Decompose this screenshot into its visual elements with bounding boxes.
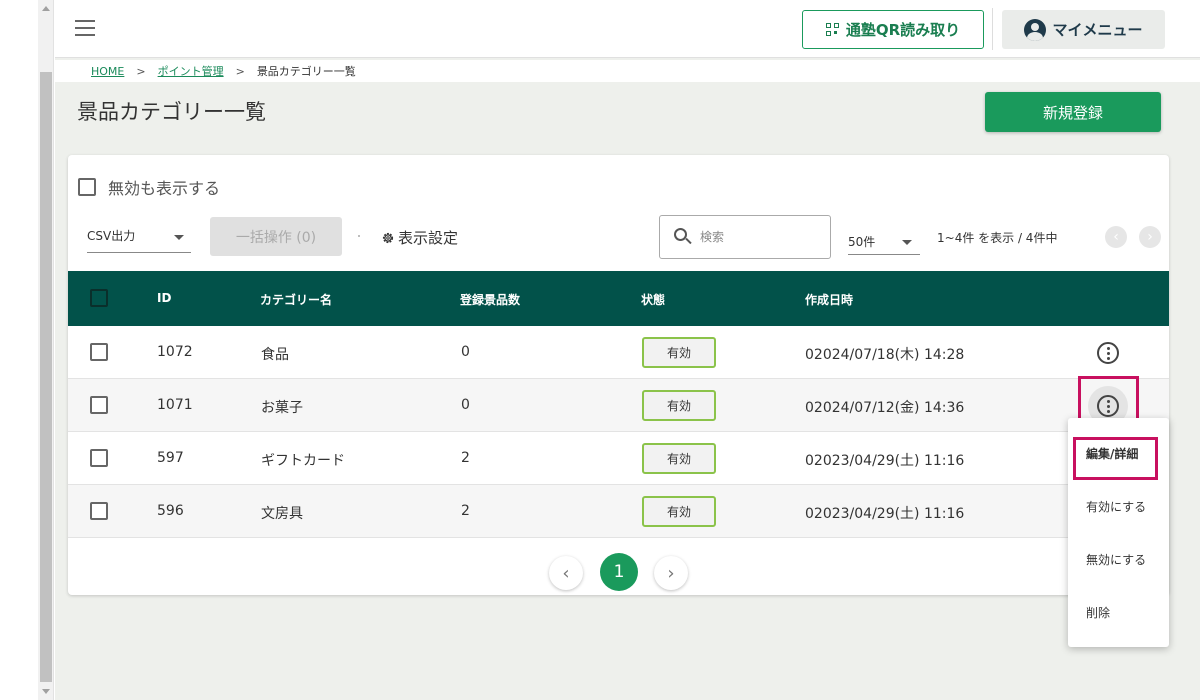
row-id: 1072 (157, 344, 193, 360)
my-menu-label: マイメニュー (1052, 21, 1143, 39)
menu-item-delete[interactable]: 削除 (1086, 604, 1110, 621)
status-badge: 有効 (642, 443, 716, 474)
menu-item-enable[interactable]: 有効にする (1086, 498, 1146, 515)
more-options-icon[interactable] (1097, 395, 1119, 417)
table-row: 1071 お菓子 0 有効 02024/07/12(金) 14:36 (68, 379, 1169, 432)
menu-item-disable[interactable]: 無効にする (1086, 551, 1146, 568)
left-margin (0, 0, 38, 700)
row-category-name: 文房具 (261, 506, 303, 522)
more-options-icon[interactable] (1097, 342, 1119, 364)
row-checkbox[interactable] (90, 502, 108, 520)
row-checkbox[interactable] (90, 449, 108, 467)
row-created-at: 02024/07/18(木) 14:28 (805, 347, 965, 363)
qr-scan-button[interactable]: 通塾QR読み取り (802, 10, 984, 49)
display-settings-label: 表示設定 (398, 229, 459, 247)
row-item-count: 0 (461, 397, 470, 413)
csv-export-select[interactable]: CSV出力 (87, 223, 191, 253)
header-item-count: 登録景品数 (460, 293, 521, 307)
per-page-select[interactable]: 50件 (848, 227, 920, 255)
bulk-action-button: 一括操作 (0) (210, 217, 342, 256)
show-invalid-toggle[interactable]: 無効も表示する (78, 175, 220, 199)
breadcrumb-separator: > (136, 64, 146, 78)
row-checkbox[interactable] (90, 343, 108, 361)
per-page-value: 50件 (848, 235, 876, 249)
scrollbar-thumb[interactable] (40, 72, 52, 682)
header-status: 状態 (641, 293, 666, 307)
row-created-at: 02023/04/29(土) 11:16 (805, 506, 965, 522)
header-divider (992, 8, 993, 50)
toolbar-separator (358, 235, 360, 237)
breadcrumb-points-link[interactable]: ポイント管理 (158, 63, 224, 79)
row-item-count: 2 (461, 450, 470, 466)
menu-item-edit[interactable]: 編集/詳細 (1086, 445, 1138, 462)
header-category-name: カテゴリー名 (260, 293, 333, 307)
status-badge: 有効 (642, 496, 716, 527)
hamburger-menu-icon[interactable] (75, 20, 97, 38)
row-category-name: ギフトカード (261, 453, 345, 469)
row-checkbox[interactable] (90, 396, 108, 414)
breadcrumb-home-link[interactable]: HOME (91, 65, 124, 78)
user-avatar-icon (1024, 18, 1047, 41)
gear-icon (382, 232, 394, 243)
row-id: 596 (157, 503, 184, 519)
table-row: 1072 食品 0 有効 02024/07/18(木) 14:28 (68, 326, 1169, 379)
header-id: ID (157, 291, 172, 305)
prev-page-icon[interactable]: ‹ (1105, 226, 1127, 248)
new-register-button[interactable]: 新規登録 (985, 92, 1161, 132)
row-created-at: 02024/07/12(金) 14:36 (805, 400, 965, 416)
search-input[interactable] (700, 230, 810, 244)
breadcrumb: HOME > ポイント管理 > 景品カテゴリー一覧 (55, 60, 1200, 82)
row-item-count: 0 (461, 344, 470, 360)
status-badge: 有効 (642, 390, 716, 421)
breadcrumb-separator: > (235, 64, 245, 78)
next-page-icon[interactable]: › (1139, 226, 1161, 248)
chevron-down-icon (174, 235, 184, 240)
search-field[interactable] (659, 215, 831, 259)
row-id: 597 (157, 450, 184, 466)
status-badge: 有効 (642, 337, 716, 368)
qr-scan-label: 通塾QR読み取り (845, 21, 961, 39)
row-category-name: お菓子 (261, 400, 303, 416)
table-header: ID カテゴリー名 登録景品数 状態 作成日時 (68, 271, 1169, 326)
select-all-checkbox[interactable] (90, 289, 108, 307)
app-main: 通塾QR読み取り マイメニュー HOME > ポイント管理 > 景品カテゴリー一… (55, 0, 1200, 700)
row-category-name: 食品 (261, 347, 289, 363)
app-header: 通塾QR読み取り マイメニュー (55, 0, 1200, 58)
row-id: 1071 (157, 397, 193, 413)
pagination-next-button[interactable]: › (654, 556, 688, 590)
table-row: 596 文房具 2 有効 02023/04/29(土) 11:16 (68, 485, 1169, 538)
scroll-up-icon[interactable] (42, 6, 50, 11)
qr-code-icon (825, 22, 840, 37)
row-action-menu: 編集/詳細 有効にする 無効にする 削除 (1068, 418, 1169, 647)
table-row: 597 ギフトカード 2 有効 02023/04/29(土) 11:16 (68, 432, 1169, 485)
chevron-down-icon (902, 240, 912, 245)
row-item-count: 2 (461, 503, 470, 519)
header-created-at: 作成日時 (805, 293, 854, 307)
row-created-at: 02023/04/29(土) 11:16 (805, 453, 965, 469)
show-invalid-label: 無効も表示する (108, 179, 221, 198)
category-list-card: 無効も表示する CSV出力 一括操作 (0) 表示設定 50件 1~4件 を表示… (68, 155, 1169, 595)
scroll-down-icon[interactable] (42, 689, 50, 694)
display-settings-button[interactable]: 表示設定 (381, 227, 458, 248)
pagination-current-page[interactable]: 1 (600, 553, 638, 591)
csv-export-label: CSV出力 (87, 229, 136, 243)
vertical-scrollbar[interactable] (38, 0, 54, 700)
result-range-text: 1~4件 を表示 / 4件中 (937, 231, 1058, 245)
my-menu-button[interactable]: マイメニュー (1002, 10, 1165, 49)
pagination-prev-button[interactable]: ‹ (549, 556, 583, 590)
show-invalid-checkbox[interactable] (78, 178, 96, 196)
search-icon (674, 228, 692, 246)
breadcrumb-current: 景品カテゴリー一覧 (256, 65, 356, 78)
page-title: 景品カテゴリー一覧 (77, 100, 266, 124)
